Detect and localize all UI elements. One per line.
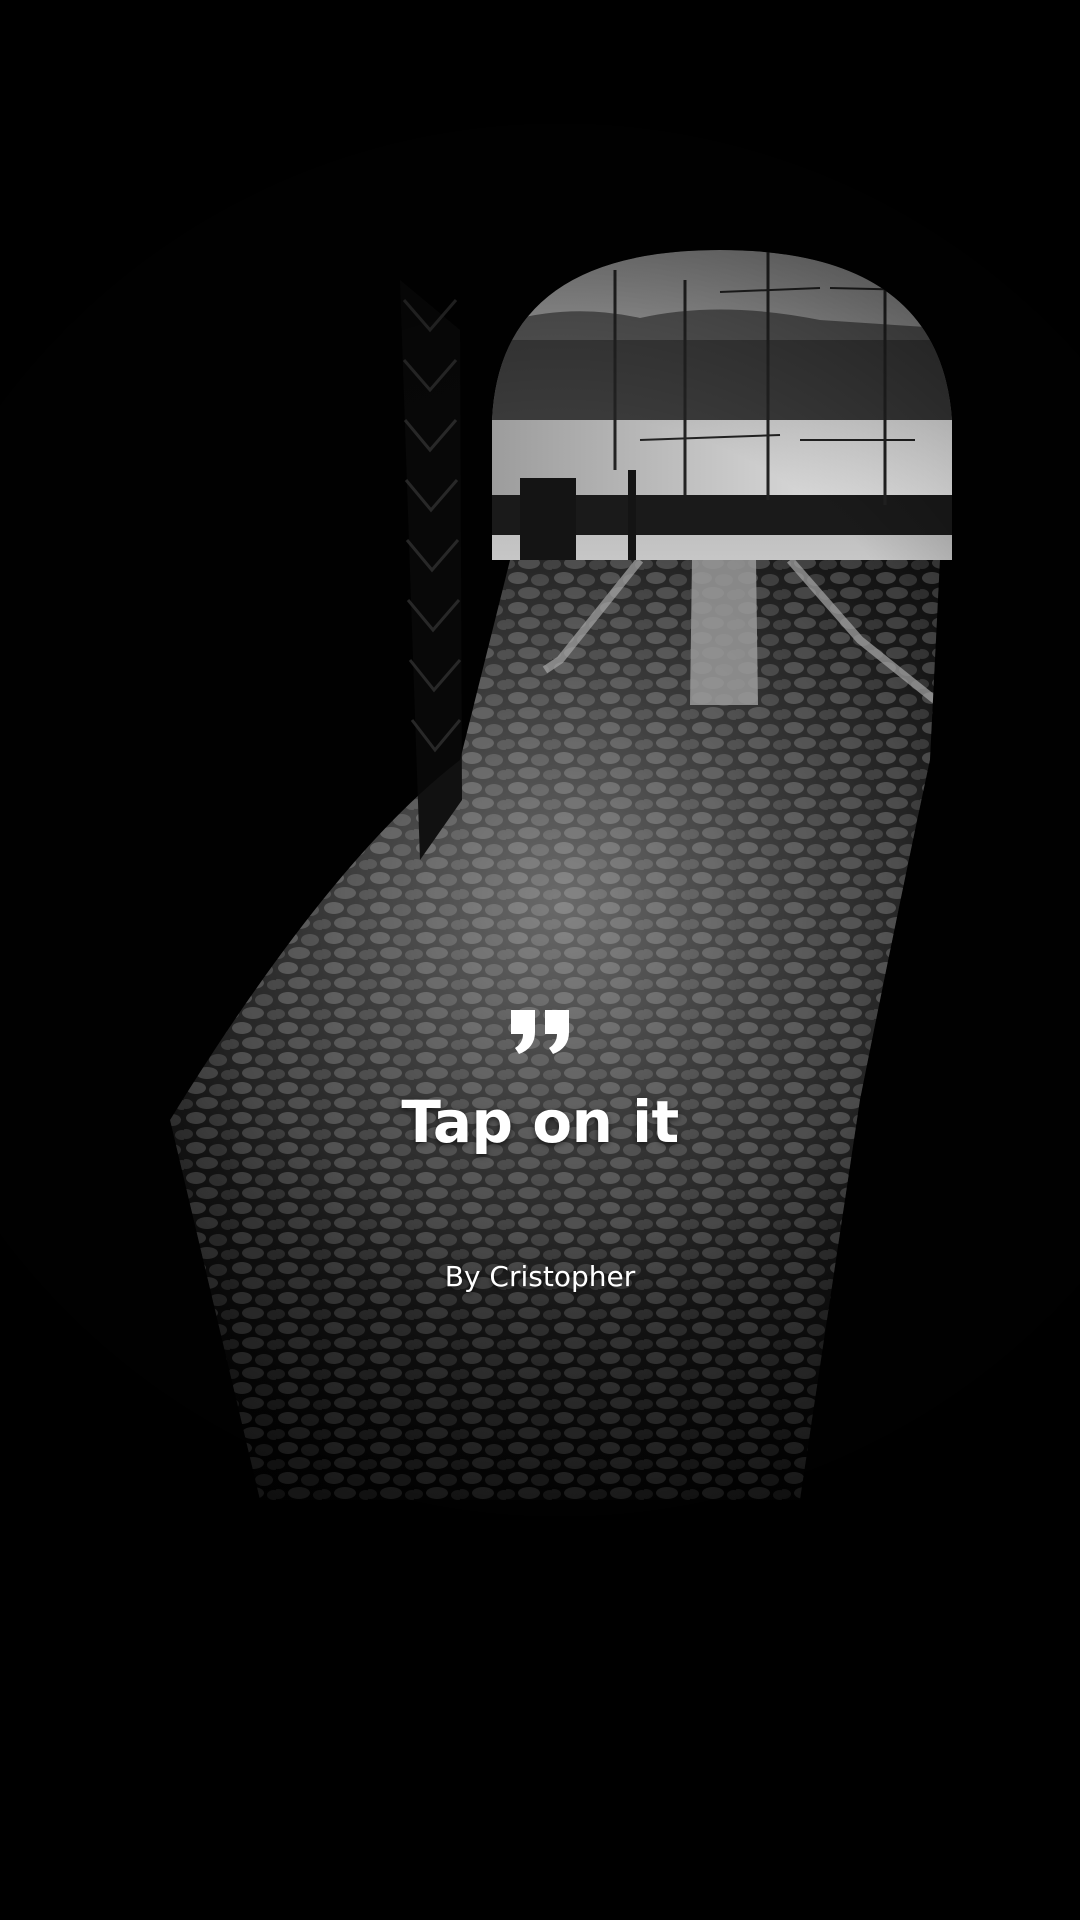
background-photo [0, 0, 1080, 1920]
quote-author: By Cristopher [444, 1260, 636, 1293]
quote-text[interactable]: Tap on it [0, 1082, 1080, 1162]
quote-icon [0, 1010, 1080, 1058]
quote-screen[interactable]: Tap on it By Cristopher [0, 0, 1080, 1920]
